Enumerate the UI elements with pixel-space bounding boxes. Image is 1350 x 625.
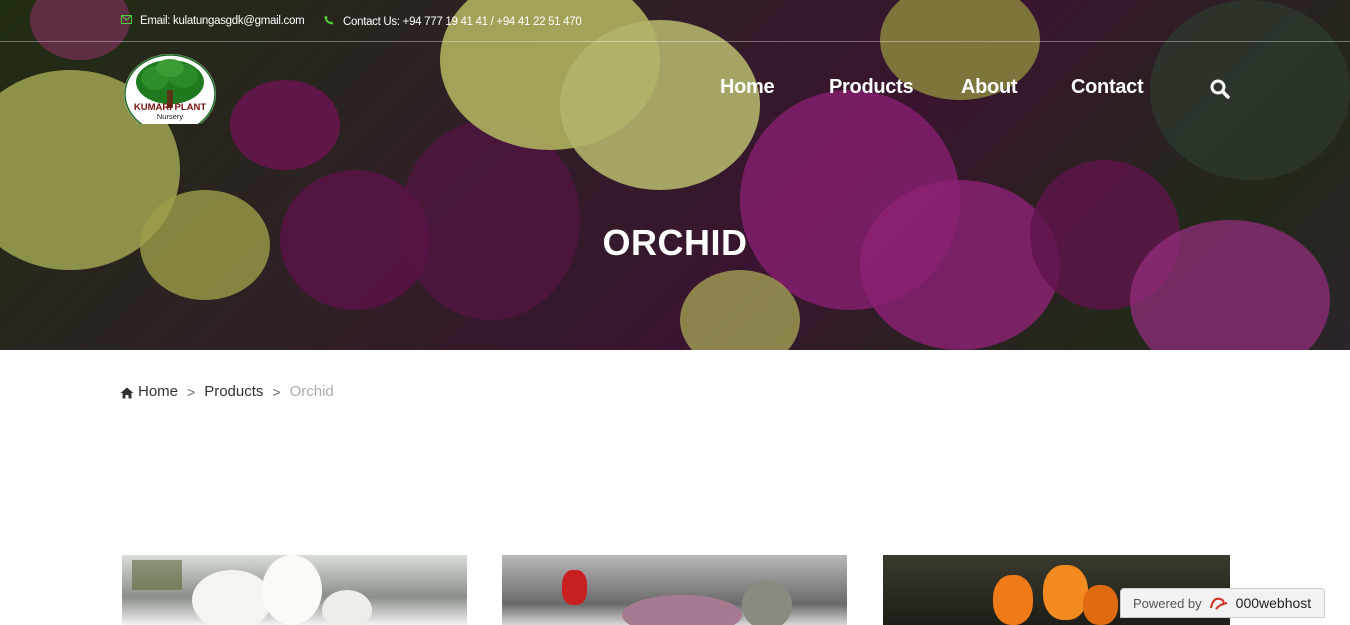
logo-subtitle: Nursery bbox=[157, 112, 184, 121]
breadcrumb-products[interactable]: Products bbox=[204, 383, 263, 400]
webhost-logo-icon bbox=[1208, 595, 1230, 611]
search-icon[interactable] bbox=[1210, 79, 1230, 99]
home-icon[interactable] bbox=[120, 386, 134, 398]
email-info[interactable]: Email: kulatungasgdk@gmail.com bbox=[120, 15, 305, 27]
product-card[interactable] bbox=[122, 555, 467, 625]
nav-contact[interactable]: Contact bbox=[1071, 76, 1144, 99]
hero-banner bbox=[0, 0, 1350, 350]
product-card[interactable] bbox=[502, 555, 847, 625]
contact-text: Contact Us: +94 777 19 41 41 / +94 41 22… bbox=[343, 15, 582, 28]
contact-info[interactable]: Contact Us: +94 777 19 41 41 / +94 41 22… bbox=[323, 15, 582, 28]
breadcrumb-separator: > bbox=[187, 383, 196, 400]
page-title: ORCHID bbox=[602, 222, 748, 263]
nav-home[interactable]: Home bbox=[720, 76, 775, 99]
breadcrumb-current: Orchid bbox=[289, 383, 334, 400]
breadcrumb: Home > Products > Orchid bbox=[120, 383, 334, 400]
phone-icon bbox=[323, 15, 335, 28]
site-logo[interactable]: KUMARI PLANT Nursery bbox=[123, 54, 217, 134]
nav-about[interactable]: About bbox=[961, 76, 1018, 99]
breadcrumb-home[interactable]: Home bbox=[138, 383, 178, 400]
email-text: Email: kulatungasgdk@gmail.com bbox=[140, 15, 305, 27]
envelope-icon bbox=[120, 15, 132, 27]
powered-by-label: Powered by bbox=[1133, 595, 1202, 611]
webhost-brand: 000webhost bbox=[1235, 595, 1312, 611]
nav-products[interactable]: Products bbox=[829, 76, 914, 99]
breadcrumb-separator: > bbox=[272, 383, 281, 400]
